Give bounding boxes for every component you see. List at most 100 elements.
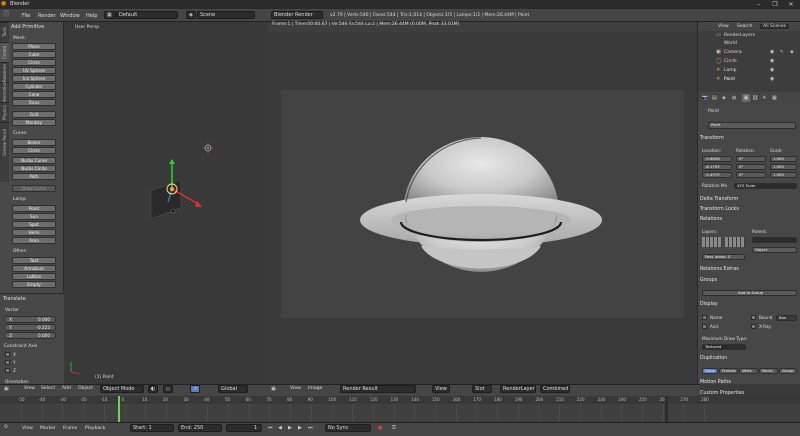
relations-extras-header[interactable]: Relations Extras bbox=[700, 267, 739, 272]
layout-select[interactable]: Default bbox=[116, 11, 178, 19]
constraint-y-checkbox[interactable] bbox=[5, 360, 10, 365]
play-icon[interactable]: ▶ bbox=[288, 424, 292, 432]
manipulator-icon[interactable]: ↗ bbox=[190, 385, 200, 393]
add-cube-button[interactable]: Cube bbox=[12, 51, 56, 58]
menu-window[interactable]: Window bbox=[60, 13, 80, 19]
object-tab-icon[interactable]: ▣ bbox=[742, 94, 750, 102]
image-image-menu[interactable]: Image bbox=[308, 386, 322, 391]
location-x-field[interactable]: -5.6808 bbox=[702, 156, 732, 162]
pivot-icon[interactable]: ◇ bbox=[163, 385, 173, 393]
constraints-tab-icon[interactable]: ⛓ bbox=[752, 94, 758, 102]
translate-x-field[interactable]: X: 0.000 bbox=[4, 316, 56, 323]
tab-animation[interactable]: Animation bbox=[0, 82, 9, 102]
world-tab-icon[interactable]: ◍ bbox=[732, 94, 736, 102]
layer-grid-2[interactable] bbox=[725, 237, 745, 247]
data-tab-icon[interactable]: ☀ bbox=[762, 94, 766, 102]
image-editor-type-icon[interactable]: ▣ bbox=[271, 385, 276, 393]
add-area-lamp-button[interactable]: Area bbox=[12, 237, 56, 244]
next-key-icon[interactable]: ▶ bbox=[298, 424, 302, 432]
outliner-item-point[interactable]: Point bbox=[724, 77, 735, 82]
keying-set-icon[interactable]: ⚿ bbox=[392, 424, 396, 432]
add-armature-button[interactable]: Armature bbox=[12, 265, 56, 272]
start-frame-field[interactable]: Start: 1 bbox=[130, 424, 174, 432]
viewport-view-menu[interactable]: View bbox=[24, 386, 35, 391]
jump-end-icon[interactable]: ⏭ bbox=[308, 424, 313, 432]
timeline-view-menu[interactable]: View bbox=[22, 426, 33, 431]
tab-tools[interactable]: Tools bbox=[0, 22, 9, 42]
viewport-add-menu[interactable]: Add bbox=[62, 386, 71, 391]
visibility-eye-icon[interactable]: ◉ bbox=[770, 75, 774, 83]
parent-field[interactable] bbox=[752, 237, 797, 243]
editor-type-icon[interactable]: ▣ bbox=[4, 385, 9, 393]
add-curve-circle-button[interactable]: Circle bbox=[12, 147, 56, 154]
scene-tab-icon[interactable]: ◈ bbox=[722, 94, 726, 102]
scene-select[interactable]: Scene bbox=[197, 11, 255, 19]
delta-transform-header[interactable]: Delta Transform bbox=[700, 197, 738, 202]
xray-checkbox[interactable] bbox=[751, 324, 756, 329]
add-monkey-button[interactable]: Monkey bbox=[12, 119, 56, 126]
timeline-playback-menu[interactable]: Playback bbox=[85, 426, 106, 431]
add-grid-button[interactable]: Grid bbox=[12, 111, 56, 118]
transform-locks-header[interactable]: Transform Locks bbox=[700, 207, 739, 212]
outliner-item-world[interactable]: World bbox=[724, 41, 737, 46]
tab-grease-pencil[interactable]: Grease Pencil bbox=[0, 122, 9, 162]
parent-type-select[interactable]: Object bbox=[752, 247, 797, 253]
info-editor-icon[interactable]: ⓘ bbox=[3, 11, 9, 19]
screen-layout-icon[interactable]: ▦ bbox=[104, 11, 116, 19]
image-view-menu[interactable]: View bbox=[290, 386, 301, 391]
scale-z-field[interactable]: 1.000 bbox=[770, 172, 797, 178]
add-spot-lamp-button[interactable]: Spot bbox=[12, 221, 56, 228]
dup-none-tab[interactable]: None bbox=[702, 368, 718, 374]
timeline-editor-icon[interactable]: ⏲ bbox=[4, 423, 8, 431]
add-cylinder-button[interactable]: Cylinder bbox=[12, 83, 56, 90]
add-sun-lamp-button[interactable]: Sun bbox=[12, 213, 56, 220]
select-arrow-icon[interactable]: ↖ bbox=[780, 48, 784, 56]
name-checkbox[interactable] bbox=[702, 315, 707, 320]
add-path-button[interactable]: Path bbox=[12, 173, 56, 180]
scale-x-field[interactable]: 1.000 bbox=[770, 156, 797, 162]
image-view-select[interactable]: View bbox=[432, 385, 450, 393]
outliner-view-menu[interactable]: View bbox=[718, 24, 729, 29]
layer-grid-1[interactable] bbox=[702, 237, 722, 247]
tab-physics[interactable]: Physics bbox=[0, 102, 9, 122]
draw-curve-button[interactable]: Draw Curve bbox=[12, 185, 56, 192]
outliner-item-lamp[interactable]: Lamp bbox=[724, 68, 737, 73]
dup-faces-tab[interactable]: Faces bbox=[759, 368, 778, 374]
translate-z-field[interactable]: Z: 0.000 bbox=[4, 332, 56, 339]
display-header[interactable]: Display bbox=[700, 302, 718, 307]
maximize-icon[interactable]: ❐ bbox=[768, 0, 782, 9]
relations-header[interactable]: Relations bbox=[700, 217, 722, 222]
add-cone-button[interactable]: Cone bbox=[12, 91, 56, 98]
translate-header[interactable]: Translate bbox=[3, 296, 26, 302]
outliner-display-select[interactable]: All Scenes bbox=[760, 24, 790, 29]
visibility-eye-icon[interactable]: ◉ bbox=[770, 48, 774, 56]
end-frame-field[interactable]: End: 250 bbox=[178, 424, 222, 432]
layers-tab-icon[interactable]: ▤ bbox=[712, 94, 717, 102]
minimize-icon[interactable]: – bbox=[752, 0, 766, 9]
image-name-field[interactable]: Render Result bbox=[340, 385, 416, 393]
rotation-x-field[interactable]: 0° bbox=[736, 156, 766, 162]
record-icon[interactable]: ● bbox=[378, 424, 382, 432]
mode-select[interactable]: Object Mode bbox=[100, 385, 144, 393]
menu-file[interactable]: File bbox=[22, 13, 30, 19]
add-to-group-button[interactable]: Add to Group bbox=[702, 290, 797, 296]
add-hemi-lamp-button[interactable]: Hemi bbox=[12, 229, 56, 236]
texture-tab-icon[interactable]: ▦ bbox=[772, 94, 777, 102]
transform-orientation-select[interactable]: Global bbox=[218, 385, 248, 393]
timeline-marker-menu[interactable]: Marker bbox=[40, 426, 56, 431]
translate-y-field[interactable]: Y: -0.223 bbox=[4, 324, 56, 331]
duplication-header[interactable]: Duplication bbox=[700, 356, 727, 361]
axis-checkbox[interactable] bbox=[702, 324, 707, 329]
render-tab-icon[interactable]: 📷 bbox=[702, 94, 708, 102]
visibility-eye-icon[interactable]: ◉ bbox=[770, 57, 774, 65]
rotation-z-field[interactable]: 0° bbox=[736, 172, 766, 178]
motion-paths-header[interactable]: Motion Paths bbox=[700, 380, 731, 385]
outliner-item-renderlayers[interactable]: RenderLayers bbox=[724, 33, 755, 38]
menu-help[interactable]: Help bbox=[86, 13, 97, 19]
viewport-select-menu[interactable]: Select bbox=[41, 386, 55, 391]
tab-relations[interactable]: Relations bbox=[0, 62, 9, 82]
render-camera-icon[interactable]: ◈ bbox=[790, 48, 794, 56]
bounds-type-select[interactable]: Box bbox=[776, 315, 797, 321]
rotation-mode-select[interactable]: XYZ Euler bbox=[734, 183, 797, 189]
add-point-lamp-button[interactable]: Point bbox=[12, 205, 56, 212]
